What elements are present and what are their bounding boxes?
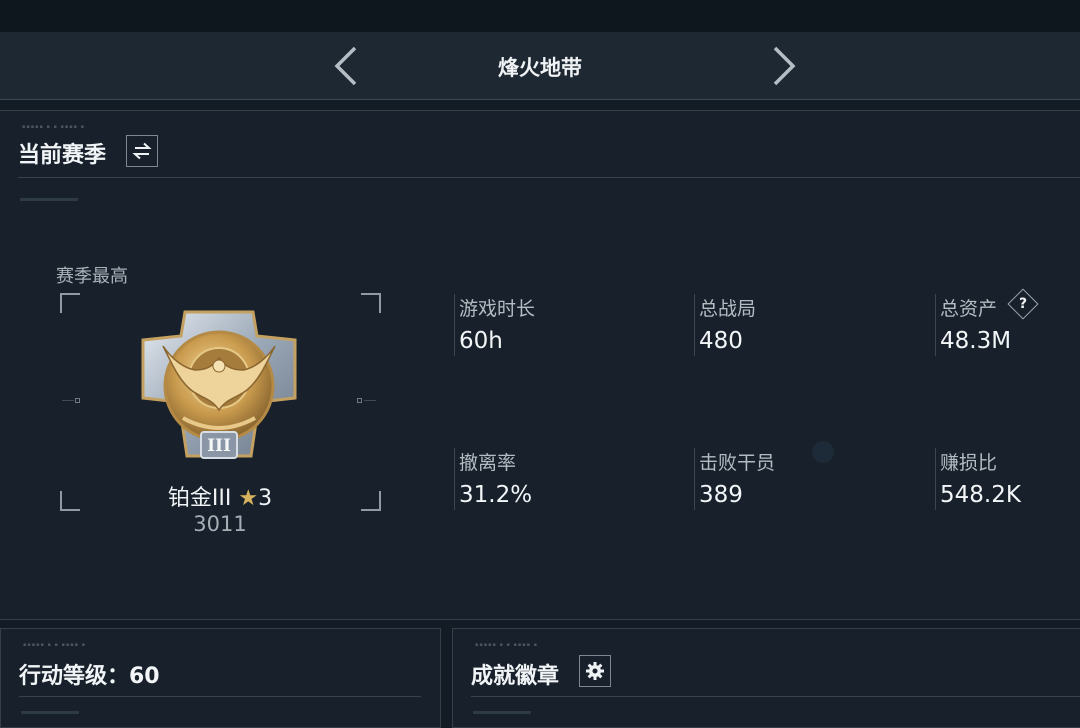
rank-name: 铂金III xyxy=(167,486,232,511)
chevron-right-icon xyxy=(773,46,796,86)
medal-numeral: III xyxy=(207,436,231,456)
stat-divider xyxy=(935,448,936,510)
decorative-bar xyxy=(20,198,78,201)
stat-divider xyxy=(694,294,695,356)
decorative-bar xyxy=(21,711,79,714)
stat-label: 赚损比 xyxy=(940,452,998,474)
season-best-label: 赛季最高 xyxy=(56,266,128,287)
action-level-title: 行动等级：60 xyxy=(19,664,160,689)
frame-tick xyxy=(357,398,362,403)
stat-value: 480 xyxy=(699,328,743,354)
achievements-title: 成就徽章 xyxy=(471,664,560,689)
frame-corner xyxy=(361,293,381,313)
next-mode-button[interactable] xyxy=(769,46,797,86)
current-season-title: 当前赛季 xyxy=(18,143,107,168)
stat-divider xyxy=(454,294,455,356)
season-switch-button[interactable] xyxy=(126,135,158,167)
decorative-bar xyxy=(473,711,531,714)
stat-label: 总战局 xyxy=(699,298,757,320)
stat-value: 48.3M xyxy=(940,328,1012,354)
frame-tick-line xyxy=(364,400,376,401)
action-level-card[interactable]: ▪▪▪▪▪ ▪ ▪ ▪▪▪▪ ▪ 行动等级：60 xyxy=(0,628,441,728)
stat-label: 游戏时长 xyxy=(459,298,536,320)
top-bar-background xyxy=(0,0,1080,32)
frame-corner xyxy=(60,491,80,511)
rank-score: 3011 xyxy=(193,512,247,536)
eagle-medal-icon: III xyxy=(141,310,297,459)
achievements-card[interactable]: ▪▪▪▪▪ ▪ ▪ ▪▪▪▪ ▪ 成就徽章 xyxy=(452,628,1080,728)
gear-icon xyxy=(586,662,604,680)
stat-label: 击败干员 xyxy=(699,452,776,474)
stat-value: 389 xyxy=(699,482,743,508)
stat-divider xyxy=(454,448,455,510)
stat-label: 总资产 xyxy=(940,298,998,320)
frame-tick xyxy=(75,398,80,403)
achievements-settings-button[interactable] xyxy=(579,655,611,687)
stat-label: 撤离率 xyxy=(459,452,517,474)
frame-corner xyxy=(60,293,80,313)
stat-divider xyxy=(694,448,695,510)
mode-title: 烽火地带 xyxy=(498,56,582,80)
frame-tick-line xyxy=(62,400,74,401)
background-glow xyxy=(812,441,834,463)
frame-corner xyxy=(361,491,381,511)
star-icon: ★ xyxy=(238,486,259,511)
decorative-code: ▪▪▪▪▪ ▪ ▪ ▪▪▪▪ ▪ xyxy=(23,642,87,648)
section-divider xyxy=(471,696,1080,697)
rank-line: 铂金III ★3 xyxy=(120,480,320,512)
stat-value: 548.2K xyxy=(940,482,1021,508)
question-icon: ? xyxy=(1018,296,1028,312)
stat-divider xyxy=(935,294,936,356)
decorative-code: ▪▪▪▪▪ ▪ ▪ ▪▪▪▪ ▪ xyxy=(22,124,86,130)
mode-header: 烽火地带 xyxy=(0,32,1080,100)
swap-arrows-icon xyxy=(132,142,152,160)
stat-value: 60h xyxy=(459,328,503,354)
decorative-code: ▪▪▪▪▪ ▪ ▪ ▪▪▪▪ ▪ xyxy=(475,642,539,648)
rank-stars: 3 xyxy=(258,486,273,511)
section-divider xyxy=(18,177,1080,178)
stat-value: 31.2% xyxy=(459,482,533,508)
section-divider xyxy=(19,696,421,697)
